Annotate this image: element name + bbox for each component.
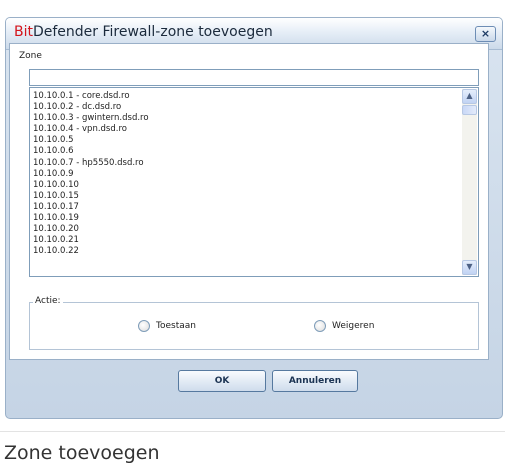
radio-allow-label: Toestaan [156,321,196,331]
brand-prefix: Bit [14,24,33,40]
zone-list-item[interactable]: 10.10.0.3 - gwintern.dsd.ro [33,113,149,124]
zone-list-item[interactable]: 10.10.0.9 [33,169,149,180]
cancel-button[interactable]: Annuleren [272,370,358,392]
dialog-title: BitDefender Firewall-zone toevoegen [14,24,273,40]
action-group [29,302,479,350]
radio-deny-circle[interactable] [314,320,326,332]
scroll-thumb[interactable] [462,105,477,115]
zone-list-scrollbar[interactable]: ▲ ▼ [462,89,477,275]
zone-list-item[interactable]: 10.10.0.21 [33,235,149,246]
zone-list-item[interactable]: 10.10.0.15 [33,191,149,202]
ok-button[interactable]: OK [178,370,266,392]
scroll-up-button[interactable]: ▲ [462,89,477,104]
chevron-up-icon: ▲ [466,91,473,100]
zone-list-item[interactable]: 10.10.0.17 [33,202,149,213]
zone-list-item[interactable]: 10.10.0.7 - hp5550.dsd.ro [33,158,149,169]
action-legend: Actie: [33,296,63,306]
zone-list-item[interactable]: 10.10.0.6 [33,146,149,157]
close-button[interactable]: × [475,26,496,42]
figure-caption: Zone toevoegen [4,442,160,464]
page: BitDefender Firewall-zone toevoegen × Zo… [0,0,505,474]
dialog-title-text: Defender Firewall-zone toevoegen [32,24,273,40]
zone-list-item[interactable]: 10.10.0.10 [33,180,149,191]
scroll-down-button[interactable]: ▼ [462,260,477,275]
zone-list-item[interactable]: 10.10.0.5 [33,135,149,146]
zone-list-items: 10.10.0.1 - core.dsd.ro 10.10.0.2 - dc.ds… [33,91,149,257]
zone-list-item[interactable]: 10.10.0.2 - dc.dsd.ro [33,102,149,113]
caption-divider [0,431,505,432]
zone-list-item[interactable]: 10.10.0.20 [33,224,149,235]
close-icon: × [480,27,491,40]
chevron-down-icon: ▼ [466,262,473,271]
radio-deny-label: Weigeren [332,321,375,331]
zone-input[interactable] [29,69,479,86]
radio-deny[interactable]: Weigeren [314,319,374,333]
zone-list-item[interactable]: 10.10.0.22 [33,246,149,257]
radio-allow[interactable]: Toestaan [138,319,196,333]
radio-allow-circle[interactable] [138,320,150,332]
zone-list-item[interactable]: 10.10.0.1 - core.dsd.ro [33,91,149,102]
zone-label: Zone [19,51,42,61]
zone-list-item[interactable]: 10.10.0.19 [33,213,149,224]
zone-list-item[interactable]: 10.10.0.4 - vpn.dsd.ro [33,124,149,135]
zone-list[interactable]: 10.10.0.1 - core.dsd.ro 10.10.0.2 - dc.ds… [29,87,479,277]
